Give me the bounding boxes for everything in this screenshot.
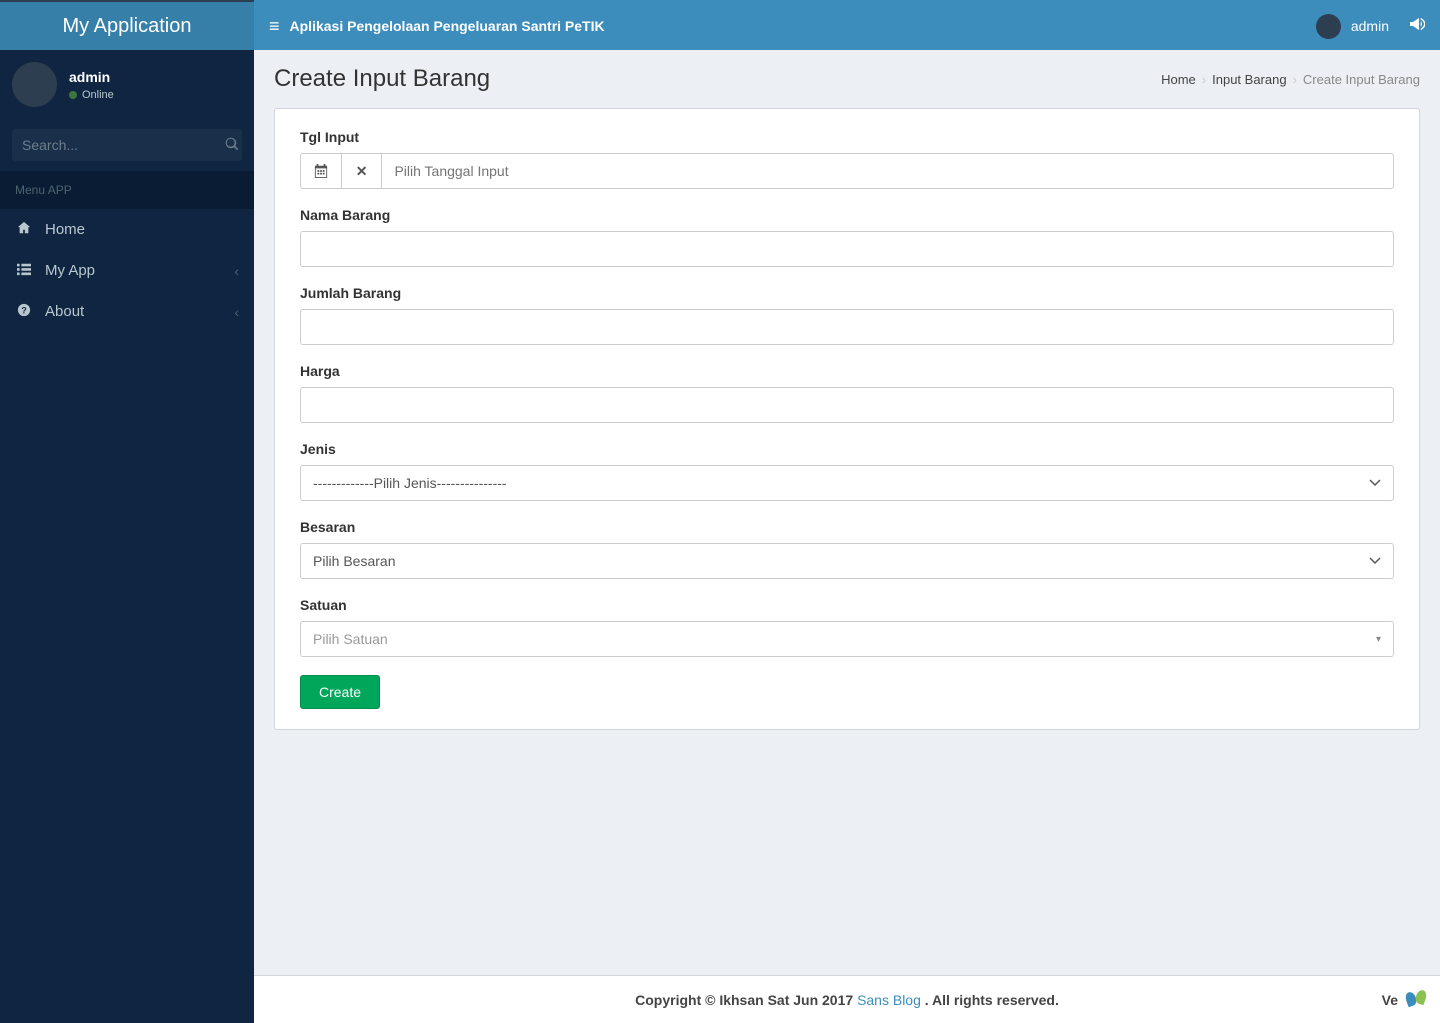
sidebar-item-myapp[interactable]: My App [0,250,254,291]
user-status-label: Online [82,89,114,101]
satuan-select[interactable]: Pilih Satuan ▾ [300,621,1394,657]
besaran-label: Besaran [300,519,1394,535]
satuan-label: Satuan [300,597,1394,613]
sidebar-search [0,119,254,171]
jumlah-barang-label: Jumlah Barang [300,285,1394,301]
main-header: My Application Aplikasi Pengelolaan Peng… [0,0,1440,50]
jenis-label: Jenis [300,441,1394,457]
breadcrumb-separator: › [1293,72,1297,87]
close-icon [356,163,368,180]
jenis-select[interactable]: -------------Pilih Jenis--------------- [300,465,1394,501]
satuan-placeholder: Pilih Satuan [313,631,388,647]
rights-text: . All rights reserved. [925,992,1059,1008]
content-header: Create Input Barang Home › Input Barang … [254,50,1440,108]
besaran-select[interactable]: Pilih Besaran [300,543,1394,579]
sidebar-menu: Home My App ? About [0,209,254,332]
status-dot-icon [69,91,77,99]
content-wrapper: Create Input Barang Home › Input Barang … [254,50,1440,1023]
nama-barang-label: Nama Barang [300,207,1394,223]
blog-link[interactable]: Sans Blog [857,992,921,1008]
search-input[interactable] [12,129,213,161]
breadcrumb: Home › Input Barang › Create Input Baran… [1161,72,1420,87]
avatar-icon [1316,14,1341,39]
breadcrumb-separator: › [1202,72,1206,87]
sidebar-item-home[interactable]: Home [0,209,254,250]
user-panel: admin Online [0,50,254,119]
sidebar: admin Online Menu APP [0,50,254,1023]
datepicker-clear-button[interactable] [341,153,382,189]
copyright-text: Copyright © Ikhsan Sat Jun 2017 [635,992,857,1008]
app-title: Aplikasi Pengelolaan Pengeluaran Santri … [290,18,605,34]
question-icon: ? [15,303,33,320]
nama-barang-field[interactable] [300,231,1394,267]
chevron-left-icon [234,263,239,279]
sidebar-item-label: Home [45,221,239,238]
breadcrumb-input-barang[interactable]: Input Barang [1212,72,1286,87]
sidebar-user-name: admin [69,69,114,85]
datepicker-open-button[interactable] [300,153,341,189]
content: Tgl Input Nama Barang [254,108,1440,750]
bullhorn-icon[interactable] [1409,16,1425,37]
svg-text:?: ? [21,306,26,316]
sidebar-item-label: About [45,303,222,320]
tgl-input-field[interactable] [381,153,1394,189]
page-title: Create Input Barang [274,65,490,93]
version-prefix: Ve [1382,992,1398,1008]
harga-label: Harga [300,363,1394,379]
logo[interactable]: My Application [0,0,254,50]
form-box: Tgl Input Nama Barang [274,108,1420,730]
calendar-icon [314,164,328,178]
search-button[interactable] [213,129,242,161]
user-name-label: admin [1351,18,1389,34]
breadcrumb-home[interactable]: Home [1161,72,1196,87]
sidebar-item-label: My App [45,262,222,279]
chevron-down-icon: ▾ [1376,634,1381,645]
create-button[interactable]: Create [300,675,380,709]
avatar-icon [12,62,57,107]
home-icon [15,221,33,238]
tgl-input-label: Tgl Input [300,129,1394,145]
sidebar-toggle[interactable] [269,16,280,37]
list-icon [15,262,33,279]
sidebar-menu-header: Menu APP [0,171,254,209]
yii-logo-icon [1404,988,1428,1012]
navbar: Aplikasi Pengelolaan Pengeluaran Santri … [254,0,1440,50]
user-status: Online [69,89,114,101]
harga-field[interactable] [300,387,1394,423]
sidebar-item-about[interactable]: ? About [0,291,254,332]
footer: Copyright © Ikhsan Sat Jun 2017 Sans Blo… [254,975,1440,1023]
breadcrumb-current: Create Input Barang [1303,72,1420,87]
search-icon [225,137,239,151]
jumlah-barang-field[interactable] [300,309,1394,345]
user-menu[interactable]: admin [1316,14,1389,39]
chevron-left-icon [234,304,239,320]
